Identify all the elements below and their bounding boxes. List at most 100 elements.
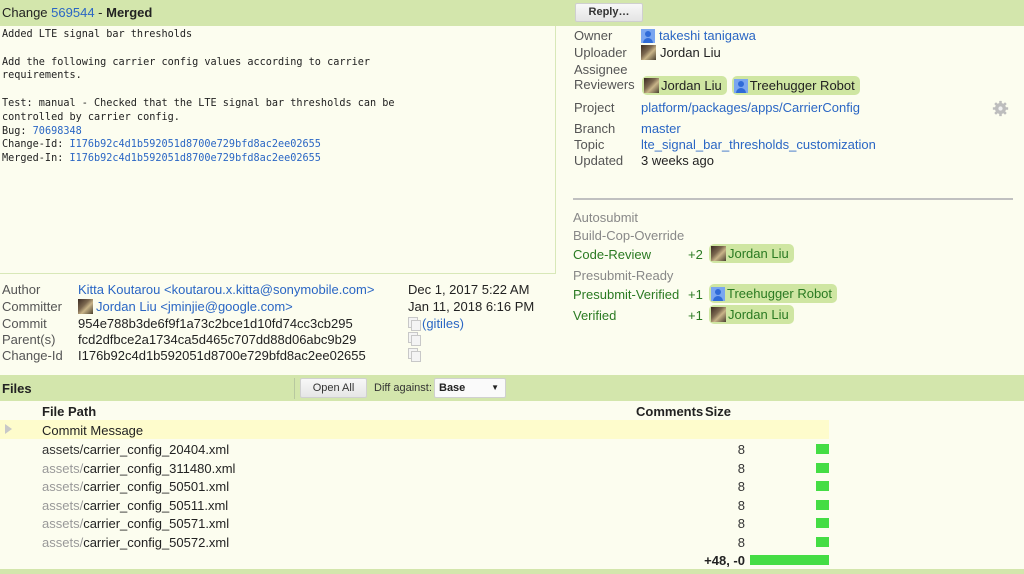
voter-chip[interactable]: Jordan Liu xyxy=(709,305,794,324)
file-path-link[interactable]: assets/carrier_config_311480.xml xyxy=(42,461,235,476)
file-path-link[interactable]: assets/carrier_config_50511.xml xyxy=(42,498,228,513)
reviewer-chip[interactable]: Treehugger Robot xyxy=(731,76,860,95)
owner-avatar-icon xyxy=(641,28,655,43)
files-title: Files xyxy=(2,381,32,396)
file-size-bar xyxy=(816,518,829,529)
author-label: Author xyxy=(2,282,41,297)
file-path-link[interactable]: assets/carrier_config_20404.xml xyxy=(42,442,229,457)
column-header-comments: Comments xyxy=(636,404,704,419)
branch-label: Branch xyxy=(574,121,616,136)
file-path-link[interactable]: assets/carrier_config_50501.xml xyxy=(42,479,229,494)
voter-avatar-icon xyxy=(711,307,726,322)
reviewers-label: Reviewers xyxy=(574,77,635,92)
voter-chip[interactable]: Treehugger Robot xyxy=(709,284,838,303)
reviewer-chip[interactable]: Jordan Liu xyxy=(642,76,727,95)
file-row[interactable]: assets/carrier_config_20404.xml 8 xyxy=(0,440,829,458)
merged-in-label: Merged-In: xyxy=(2,153,70,165)
file-dir: assets/ xyxy=(42,516,84,532)
column-header-size: Size xyxy=(705,404,732,419)
branch-link[interactable]: master xyxy=(641,121,681,136)
file-path-link[interactable]: assets/carrier_config_50572.xml xyxy=(42,535,229,550)
bottom-bar xyxy=(0,569,1024,574)
voter-avatar-icon xyxy=(711,246,726,261)
file-size: 8 xyxy=(737,460,745,476)
parents-label: Parent(s) xyxy=(2,332,56,347)
gear-icon[interactable] xyxy=(992,100,1009,117)
commit-hash: 954e788b3de6f9f1a73c2bce1d10fd74cc3cb295 xyxy=(78,316,353,331)
file-row[interactable]: assets/carrier_config_311480.xml 8 xyxy=(0,459,829,477)
voter-name: Jordan Liu xyxy=(728,246,789,261)
file-size: 8 xyxy=(737,516,745,532)
file-name: carrier_config_50501.xml xyxy=(83,479,230,495)
committer-avatar-icon xyxy=(78,299,93,314)
label-voter: Treehugger Robot xyxy=(709,284,838,304)
file-size: 8 xyxy=(737,479,745,495)
file-row[interactable]: assets/carrier_config_50571.xml 8 xyxy=(0,514,829,532)
dropdown-arrow-icon: ▼ xyxy=(491,383,499,392)
change-id-link[interactable]: I176b92c4d1b592051d8700e729bfd8ac2ee0265… xyxy=(69,139,320,150)
reply-button[interactable]: Reply… xyxy=(575,3,643,22)
voter-chip[interactable]: Jordan Liu xyxy=(709,244,794,263)
commit-label: Commit xyxy=(2,316,47,331)
committer-date: Jan 11, 2018 6:16 PM xyxy=(408,299,535,314)
topic-link[interactable]: lte_signal_bar_thresholds_customization xyxy=(641,137,876,152)
expand-arrow-icon[interactable] xyxy=(5,424,12,434)
change-id-label: Change-Id xyxy=(2,348,63,363)
change-header: Change 569544 - Merged Reply… xyxy=(0,0,1024,26)
bug-link[interactable]: 70698348 xyxy=(33,126,82,137)
updated-label: Updated xyxy=(574,153,624,168)
change-id-value: I176b92c4d1b592051d8700e729bfd8ac2ee0265… xyxy=(78,348,366,363)
copy-icon[interactable] xyxy=(408,317,421,331)
diff-against-label: Diff against: xyxy=(374,382,432,394)
file-dir: assets/ xyxy=(42,497,84,513)
diff-against-select[interactable]: Base ▼ xyxy=(434,378,506,398)
change-number-link[interactable]: 569544 xyxy=(51,5,94,20)
gitiles-link[interactable]: (gitiles) xyxy=(422,316,464,331)
author-date: Dec 1, 2017 5:22 AM xyxy=(408,282,530,297)
label-name: Verified xyxy=(573,308,617,323)
label-name: Presubmit-Ready xyxy=(573,268,674,283)
commit-message-row[interactable]: Commit Message xyxy=(0,420,829,439)
label-score: +2 xyxy=(688,247,703,262)
label-voter: Jordan Liu xyxy=(709,305,794,325)
change-label: Change xyxy=(2,5,48,20)
total-size: +48, -0 xyxy=(704,553,745,568)
file-size-bar xyxy=(816,537,829,547)
file-name: carrier_config_50571.xml xyxy=(83,516,230,532)
owner-link[interactable]: takeshi tanigawa xyxy=(659,28,756,43)
label-score: +1 xyxy=(688,287,703,302)
commit-message-box: Added LTE signal bar thresholds Add the … xyxy=(0,26,556,274)
change-title: Change 569544 - Merged xyxy=(2,5,152,20)
commit-message-file-link[interactable]: Commit Message xyxy=(42,423,143,438)
file-size: 8 xyxy=(737,442,745,457)
label-name: Autosubmit xyxy=(573,210,639,225)
committer-link[interactable]: Jordan Liu <jminjie@google.com> xyxy=(96,299,293,314)
file-size-bar xyxy=(816,462,829,473)
uploader-name: Jordan Liu xyxy=(660,45,721,60)
file-size-bar xyxy=(816,499,829,510)
file-dir: assets/ xyxy=(42,479,84,495)
file-row[interactable]: assets/carrier_config_50511.xml 8 xyxy=(0,496,829,514)
file-row[interactable]: assets/carrier_config_50572.xml 8 xyxy=(0,533,829,551)
project-link[interactable]: platform/packages/apps/CarrierConfig xyxy=(641,100,860,115)
author-link[interactable]: Kitta Koutarou <koutarou.x.kitta@sonymob… xyxy=(78,282,374,297)
file-name: carrier_config_20404.xml xyxy=(83,442,230,457)
label-name: Build-Cop-Override xyxy=(573,228,685,243)
file-size-bar xyxy=(816,444,829,454)
reviewer-name: Treehugger Robot xyxy=(749,78,855,93)
change-status: Merged xyxy=(106,5,153,20)
copy-icon[interactable] xyxy=(408,332,421,346)
parent-hash: fcd2dfbce2a1734ca5d465c707dd88d06abc9b29 xyxy=(78,332,357,347)
open-all-button[interactable]: Open All xyxy=(300,378,367,398)
copy-icon[interactable] xyxy=(408,348,421,362)
label-name: Code-Review xyxy=(573,247,652,262)
committer-label: Committer xyxy=(2,299,62,314)
diff-against-value: Base xyxy=(439,382,466,394)
change-id-label: Change-Id: xyxy=(2,139,70,151)
file-row[interactable]: assets/carrier_config_50501.xml 8 xyxy=(0,477,829,495)
label-score: +1 xyxy=(688,308,703,323)
label-name: Presubmit-Verified xyxy=(573,287,680,302)
merged-in-link[interactable]: I176b92c4d1b592051d8700e729bfd8ac2ee0265… xyxy=(69,153,320,164)
owner-label: Owner xyxy=(574,28,613,43)
file-path-link[interactable]: assets/carrier_config_50571.xml xyxy=(42,516,229,531)
